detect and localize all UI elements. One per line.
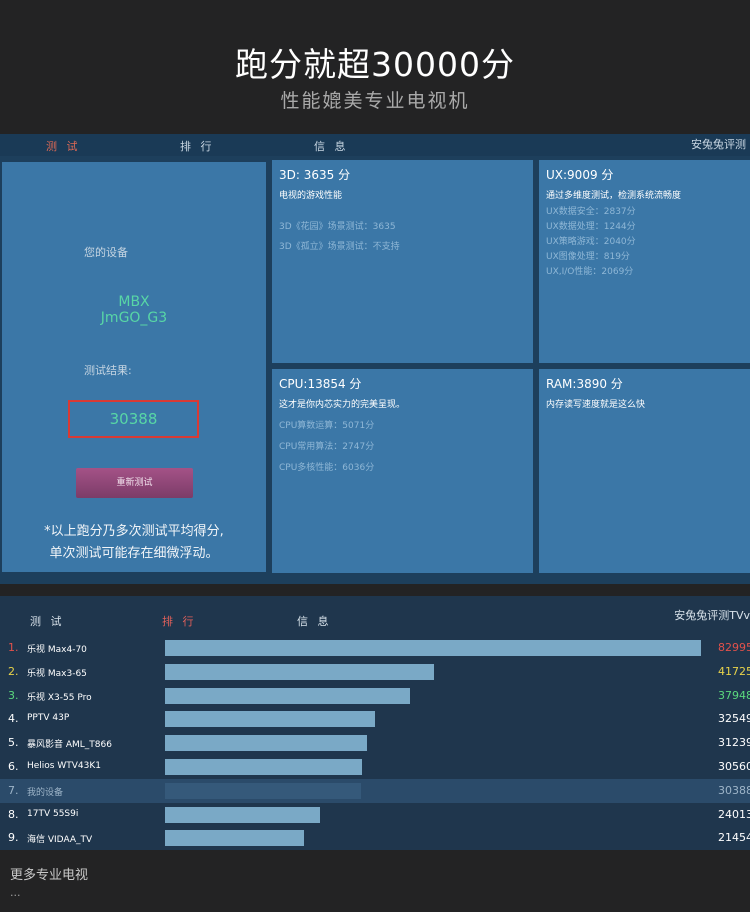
- more-tv-link[interactable]: 更多专业电视: [10, 864, 88, 883]
- device-name: 乐视 Max4-70: [27, 645, 87, 655]
- rank-number: 1.: [8, 641, 19, 654]
- panel-cpu-item: CPU多核性能：6036分: [279, 463, 375, 473]
- panel-3d-item: 3D《花园》场景测试：3635: [279, 222, 396, 232]
- panel-cpu-desc: 这才是你内芯实力的完美呈现。: [279, 400, 406, 410]
- device-name: 我的设备: [27, 787, 64, 798]
- rank-number: 7.: [8, 783, 19, 797]
- rank-number: 6.: [8, 760, 19, 773]
- tab-test[interactable]: 测 试: [46, 138, 81, 154]
- score-bar: [165, 806, 320, 823]
- score-value: 30560: [718, 760, 750, 773]
- ranking-row[interactable]: 2. 乐视 Max3-65 41725: [0, 660, 750, 684]
- device-name: Helios WTV43K1: [27, 761, 101, 771]
- ranking-row[interactable]: 4. PPTV 43P 32549: [0, 707, 750, 731]
- tab-test[interactable]: 测 试: [30, 613, 65, 629]
- device-name: 乐视 Max3-65: [27, 668, 87, 679]
- device-name: 暴风影音 AML_T866: [27, 740, 112, 751]
- panel-ram: RAM:3890 分 内存读写速度就是这么快: [539, 369, 750, 573]
- device-name: 17TV 55S9i: [27, 808, 79, 819]
- page-subtitle: 性能媲美专业电视机: [280, 90, 470, 112]
- rank-number: 2.: [8, 664, 19, 678]
- benchmark-result-screen: 测 试 排 行 信 息 安兔兔评测 您的设备 MBX JmGO_G3 测试结果:…: [0, 134, 750, 584]
- score-value: 31239: [718, 736, 750, 750]
- ellipsis-text: ...: [10, 886, 21, 899]
- device-name-line1: MBX: [118, 294, 150, 310]
- panel-ux-item: UX数据安全：2837分: [546, 207, 636, 217]
- rank-number: 8.: [8, 807, 19, 821]
- score-value: 41725: [718, 664, 750, 678]
- note-line2: 单次测试可能存在细微浮动。: [49, 546, 219, 561]
- panel-cpu-item: CPU算数运算：5071分: [279, 421, 375, 431]
- score-bar: [165, 687, 410, 704]
- panel-ux-item: UX图像处理：819分: [546, 252, 630, 262]
- panel-3d: 3D: 3635 分 电视的游戏性能 3D《花园》场景测试：3635 3D《孤立…: [272, 160, 533, 363]
- panel-cpu: CPU:13854 分 这才是你内芯实力的完美呈现。 CPU算数运算：5071分…: [272, 369, 533, 573]
- score-value: 37948: [718, 688, 750, 702]
- panel-ux: UX:9009 分 通过多维度测试，检测系统流畅度 UX数据安全：2837分 U…: [539, 160, 750, 363]
- tab-ranking[interactable]: 排 行: [180, 138, 215, 154]
- score-value: 32549: [718, 712, 750, 726]
- panel-ux-desc: 通过多维度测试，检测系统流畅度: [546, 191, 682, 201]
- score-bar: [165, 663, 434, 680]
- result-label: 测试结果:: [84, 364, 132, 377]
- ranking-row[interactable]: 5. 暴风影音 AML_T866 31239: [0, 731, 750, 755]
- ranking-row[interactable]: 6. Helios WTV43K1 30560: [0, 755, 750, 779]
- score-highlight-box: 30388: [68, 400, 199, 438]
- panel-3d-desc: 电视的游戏性能: [279, 191, 343, 201]
- score-value: 24013: [718, 807, 750, 821]
- rank-number: 9.: [8, 831, 19, 845]
- device-name: PPTV 43P: [27, 713, 70, 724]
- score-value: 82995: [718, 641, 750, 654]
- score-value: 21454: [718, 831, 750, 845]
- panel-ram-title: RAM:3890 分: [546, 377, 623, 391]
- panel-ux-item: UX数据处理：1244分: [546, 222, 636, 232]
- ranking-row[interactable]: 1. 乐视 Max4-70 82995: [0, 636, 750, 660]
- score-bar: [165, 711, 375, 728]
- score-bar: [165, 759, 362, 775]
- device-summary-panel: 您的设备 MBX JmGO_G3 测试结果: 30388 重新测试 *以上跑分乃…: [2, 162, 266, 572]
- page: 跑分就超30000分 性能媲美专业电视机 测 试 排 行 信 息 安兔兔评测 您…: [0, 0, 750, 912]
- tab-info[interactable]: 信 息: [297, 613, 332, 629]
- rank-number: 3.: [8, 688, 19, 702]
- tab-ranking[interactable]: 排 行: [162, 613, 197, 629]
- tab-bar: 测 试 排 行 信 息 安兔兔评测: [0, 134, 750, 156]
- page-title: 跑分就超30000分: [235, 45, 515, 84]
- device-name: 乐视 X3-55 Pro: [27, 692, 92, 703]
- score-bar: [165, 735, 367, 752]
- panel-3d-title: 3D: 3635 分: [279, 168, 351, 182]
- score-bar: [165, 830, 304, 847]
- tab-info[interactable]: 信 息: [314, 138, 349, 154]
- app-brand-label: 安兔兔评测TVv: [674, 609, 750, 622]
- ranking-screen: 测 试 排 行 信 息 安兔兔评测TVv 1. 乐视 Max4-70 82995 2.…: [0, 596, 750, 850]
- score-bar: [165, 640, 701, 656]
- rank-number: 5.: [8, 736, 19, 750]
- panel-cpu-item: CPU常用算法：2747分: [279, 442, 375, 452]
- total-score: 30388: [109, 410, 158, 428]
- score-bar: [165, 782, 361, 799]
- ranking-row[interactable]: 3. 乐视 X3-55 Pro 37948: [0, 684, 750, 708]
- device-name-line2: JmGO_G3: [100, 310, 168, 326]
- rank-number: 4.: [8, 712, 19, 726]
- panel-ux-item: UX策略游戏：2040分: [546, 237, 636, 247]
- panel-3d-item: 3D《孤立》场景测试：不支持: [279, 242, 400, 252]
- ranking-row[interactable]: 9. 海信 VIDAA_TV 21454: [0, 826, 750, 850]
- note-line1: *以上跑分乃多次测试平均得分,: [44, 524, 224, 539]
- device-label: 您的设备: [84, 246, 128, 259]
- panel-cpu-title: CPU:13854 分: [279, 377, 362, 391]
- ranking-row[interactable]: 8. 17TV 55S9i 24013: [0, 803, 750, 827]
- device-name: 海信 VIDAA_TV: [27, 835, 93, 846]
- panel-ux-title: UX:9009 分: [546, 168, 614, 182]
- ranking-row[interactable]: 7. 我的设备 30388: [0, 778, 750, 803]
- panel-ux-item: UX,I/O性能：2069分: [546, 267, 634, 277]
- app-brand-label: 安兔兔评测: [691, 138, 746, 151]
- retest-button[interactable]: 重新测试: [76, 468, 193, 498]
- panel-ram-desc: 内存读写速度就是这么快: [546, 400, 646, 410]
- score-value: 30388: [718, 783, 750, 797]
